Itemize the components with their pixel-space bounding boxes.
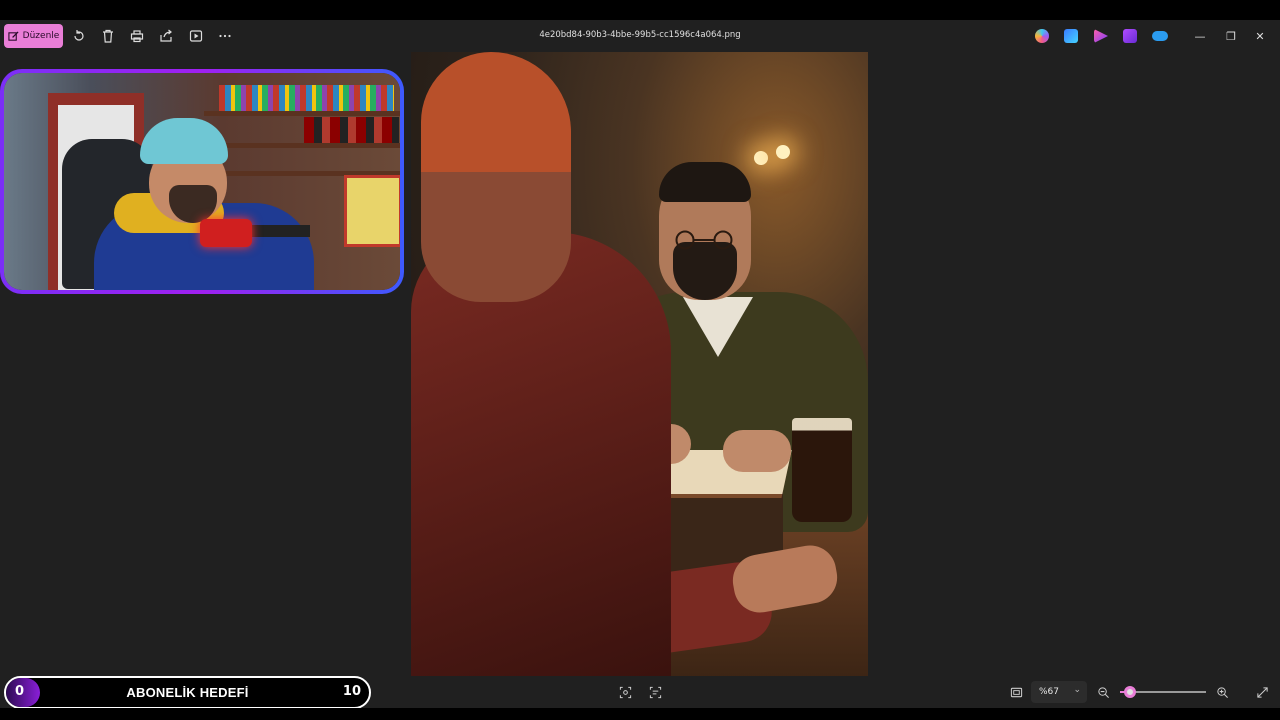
more-icon[interactable] [215, 26, 235, 46]
minimize-button[interactable]: — [1191, 28, 1209, 44]
fit-window-icon[interactable] [1007, 684, 1025, 700]
restore-button[interactable]: ❐ [1222, 28, 1240, 44]
designer-icon[interactable] [1064, 29, 1078, 43]
glasses [675, 230, 733, 250]
goal-target-value: 10 [342, 684, 361, 699]
clipchamp-icon[interactable] [1094, 29, 1108, 43]
onedrive-icon[interactable] [1152, 31, 1168, 41]
zoom-value: %67 [1039, 687, 1060, 697]
delete-icon[interactable] [98, 26, 118, 46]
fullscreen-icon[interactable] [1253, 684, 1271, 700]
edit-button[interactable]: Düzenle [4, 24, 63, 48]
video-editor-icon[interactable] [1123, 29, 1137, 43]
text-scan-icon[interactable] [646, 684, 664, 700]
wall-lamp [754, 151, 768, 165]
foreground-man [411, 232, 671, 676]
print-icon[interactable] [127, 26, 147, 46]
window-title: 4e20bd84-90b3-4bbe-99b5-cc1596c4a064.png [539, 30, 741, 40]
slideshow-icon[interactable] [186, 26, 206, 46]
minimize-icon: — [1194, 29, 1206, 43]
zoom-slider[interactable] [1120, 686, 1206, 698]
crop-fit-icon[interactable] [616, 684, 634, 700]
beer-glass [792, 418, 852, 522]
zoom-dropdown[interactable]: %67 ⌄ [1031, 681, 1087, 703]
photos-toolbar: Düzenle 4e20bd84-90b3-4bbe-99b5-cc1596c4… [0, 20, 1280, 52]
chevron-down-icon: ⌄ [1073, 685, 1081, 695]
bottom-black-strip [0, 708, 1280, 720]
webcam-overlay [0, 69, 404, 294]
edit-button-label: Düzenle [22, 31, 60, 41]
framed-poster [344, 175, 400, 247]
zoom-in-icon[interactable] [1213, 684, 1231, 700]
top-black-strip [0, 0, 1280, 20]
rotate-icon[interactable] [69, 26, 89, 46]
restore-icon: ❐ [1226, 29, 1236, 43]
edit-icon [8, 30, 19, 41]
close-button[interactable]: ✕ [1251, 28, 1269, 44]
copilot-icon[interactable] [1035, 29, 1049, 43]
share-icon[interactable] [156, 26, 176, 46]
main-photo[interactable] [411, 52, 868, 676]
microphone [200, 219, 252, 247]
zoom-slider-thumb[interactable] [1124, 686, 1137, 698]
goal-label: ABONELİK HEDEFİ [126, 685, 249, 700]
close-icon: ✕ [1255, 29, 1265, 43]
bookshelf [204, 111, 400, 116]
zoom-out-icon[interactable] [1094, 684, 1112, 700]
subscriber-goal-widget: 0 ABONELİK HEDEFİ 10 [4, 676, 371, 709]
